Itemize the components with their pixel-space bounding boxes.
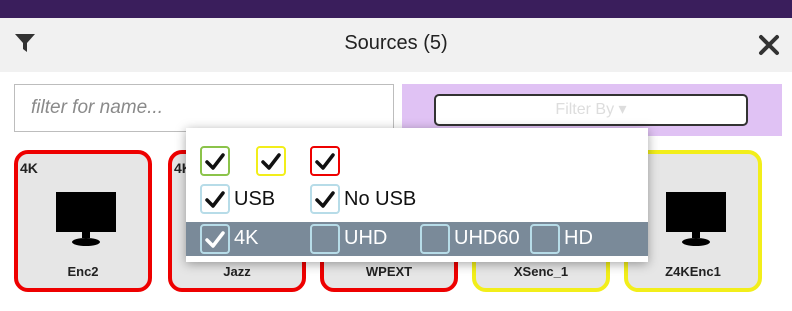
source-name: WPEXT bbox=[365, 264, 413, 279]
no-usb-label: No USB bbox=[344, 188, 417, 210]
check-icon bbox=[315, 191, 335, 208]
resolution-badge: 4K bbox=[20, 160, 38, 176]
source-name: Z4KEnc1 bbox=[665, 264, 721, 279]
filter-dropdown: USB No USB 4K UHD UHD60 HD bbox=[186, 128, 648, 262]
source-card-enc2[interactable]: 4K Enc2 bbox=[14, 150, 152, 292]
no-usb-checkbox[interactable] bbox=[310, 184, 340, 214]
usb-checkbox[interactable] bbox=[200, 184, 230, 214]
res-hd-label: HD bbox=[564, 227, 593, 249]
check-icon bbox=[261, 153, 281, 170]
res-4k-label: 4K bbox=[234, 227, 259, 249]
color-yellow-checkbox[interactable] bbox=[256, 146, 286, 176]
page-title: Sources (5) bbox=[344, 32, 448, 54]
color-red-checkbox[interactable] bbox=[310, 146, 340, 176]
header-bar: Sources (5) bbox=[0, 18, 792, 72]
source-name: Enc2 bbox=[67, 264, 99, 279]
res-uhd-checkbox[interactable] bbox=[310, 224, 340, 254]
res-uhd60-checkbox[interactable] bbox=[420, 224, 450, 254]
check-icon bbox=[315, 153, 335, 170]
monitor-icon bbox=[56, 192, 116, 246]
filter-by-button[interactable]: Filter By ▾ bbox=[434, 94, 748, 126]
check-icon bbox=[205, 231, 225, 248]
usb-label: USB bbox=[234, 188, 276, 210]
source-name: XSenc_1 bbox=[513, 264, 569, 279]
check-icon bbox=[205, 153, 225, 170]
res-uhd-label: UHD bbox=[344, 227, 388, 249]
monitor-icon bbox=[666, 192, 726, 246]
color-green-checkbox[interactable] bbox=[200, 146, 230, 176]
res-uhd60-label: UHD60 bbox=[454, 227, 520, 249]
close-icon[interactable] bbox=[758, 34, 780, 56]
check-icon bbox=[205, 191, 225, 208]
search-input[interactable] bbox=[14, 84, 394, 132]
source-name: Jazz bbox=[223, 264, 251, 279]
res-4k-checkbox[interactable] bbox=[200, 224, 230, 254]
res-hd-checkbox[interactable] bbox=[530, 224, 560, 254]
resolution-row: 4K UHD UHD60 HD bbox=[186, 222, 648, 256]
top-color-bar bbox=[0, 0, 792, 18]
